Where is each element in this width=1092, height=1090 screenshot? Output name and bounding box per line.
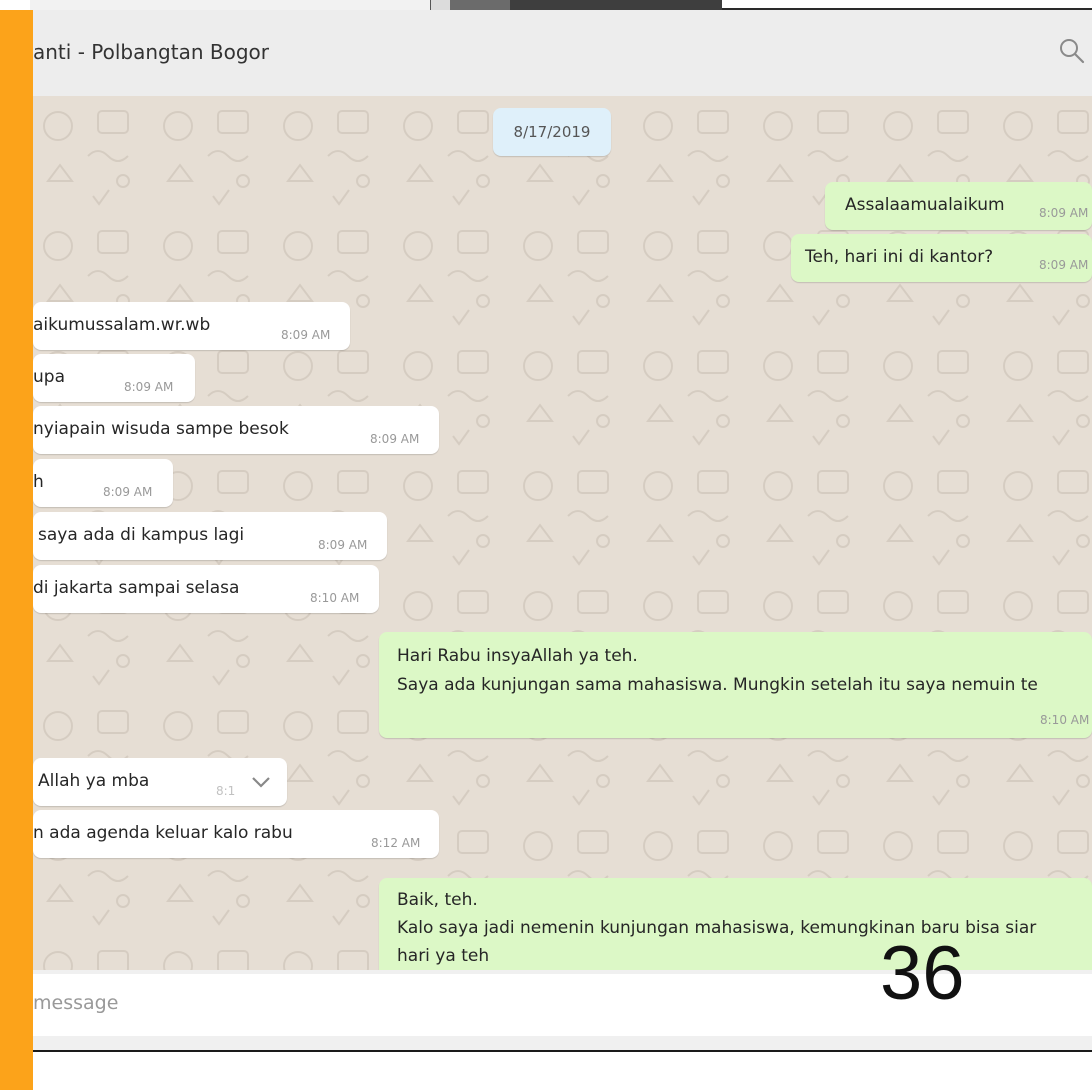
message-bubble-incoming[interactable]: upa 8:09 AM [33,354,195,402]
message-input-placeholder: message [33,992,119,1014]
message-time: 8:10 AM [310,591,360,605]
message-time: 8:09 AM [370,432,420,446]
contact-name: anti - Polbangtan Bogor [33,40,269,64]
message-text: h [33,472,44,492]
chat-header[interactable]: anti - Polbangtan Bogor [33,10,1092,97]
message-bubble-incoming[interactable]: nyiapain wisuda sampe besok 8:09 AM [33,406,439,454]
message-bubble-incoming[interactable]: di jakarta sampai selasa 8:10 AM [33,565,379,613]
message-bubble-incoming[interactable]: saya ada di kampus lagi 8:09 AM [33,512,387,560]
search-icon[interactable] [1057,36,1087,66]
top-strip-segment [450,0,510,10]
message-text: saya ada di kampus lagi [38,525,245,545]
slide-page-number: 36 [880,931,965,1016]
message-text: Assalaamualaikum [845,195,1005,215]
message-time: 8:12 AM [371,836,421,850]
message-bubble-outgoing[interactable]: Hari Rabu insyaAllah ya teh. Saya ada ku… [379,632,1092,738]
message-bubble-outgoing[interactable]: Teh, hari ini di kantor? 8:09 AM [791,234,1092,282]
message-bubble-incoming[interactable]: n ada agenda keluar kalo rabu 8:12 AM [33,810,439,858]
message-time: 8:1 [216,784,236,798]
slide-accent-bar [0,10,33,1090]
message-text-line: hari ya teh [397,946,490,966]
message-time: 8:09 AM [1039,206,1089,220]
message-text: Teh, hari ini di kantor? [805,247,994,267]
message-text: aikumussalam.wr.wb [33,315,211,335]
chat-area[interactable]: 8/17/2019 Assalaamualaikum 8:09 AM Teh, … [33,96,1092,970]
message-text-line: Hari Rabu insyaAllah ya teh. [397,646,638,666]
message-text-line: Saya ada kunjungan sama mahasiswa. Mungk… [397,675,1038,695]
window-bottom-border [33,1050,1092,1052]
message-bubble-incoming[interactable]: h 8:09 AM [33,459,173,507]
message-text: di jakarta sampai selasa [33,578,240,598]
message-text: nyiapain wisuda sampe besok [33,419,289,439]
message-time: 8:10 AM [1040,713,1090,727]
message-text: upa [33,367,65,387]
message-text-line: Baik, teh. [397,890,478,910]
date-chip: 8/17/2019 [493,108,611,156]
message-bubble-incoming[interactable]: aikumussalam.wr.wb 8:09 AM [33,302,350,350]
message-time: 8:09 AM [103,485,153,499]
message-bubble-outgoing[interactable]: Baik, teh. Kalo saya jadi nemenin kunjun… [379,878,1092,970]
message-bubble-incoming[interactable]: Allah ya mba 8:1 [33,758,287,806]
message-bubble-outgoing[interactable]: Assalaamualaikum 8:09 AM [825,182,1092,230]
message-text: Allah ya mba [38,771,150,791]
message-time: 8:09 AM [318,538,368,552]
message-time: 8:09 AM [124,380,174,394]
message-text: n ada agenda keluar kalo rabu [33,823,293,843]
chevron-down-icon[interactable] [251,774,271,788]
message-time: 8:09 AM [281,328,331,342]
top-strip-segment [510,0,722,10]
window-top-strip [0,0,1092,11]
message-time: 8:09 AM [1039,258,1089,272]
top-strip-segment [430,0,452,10]
